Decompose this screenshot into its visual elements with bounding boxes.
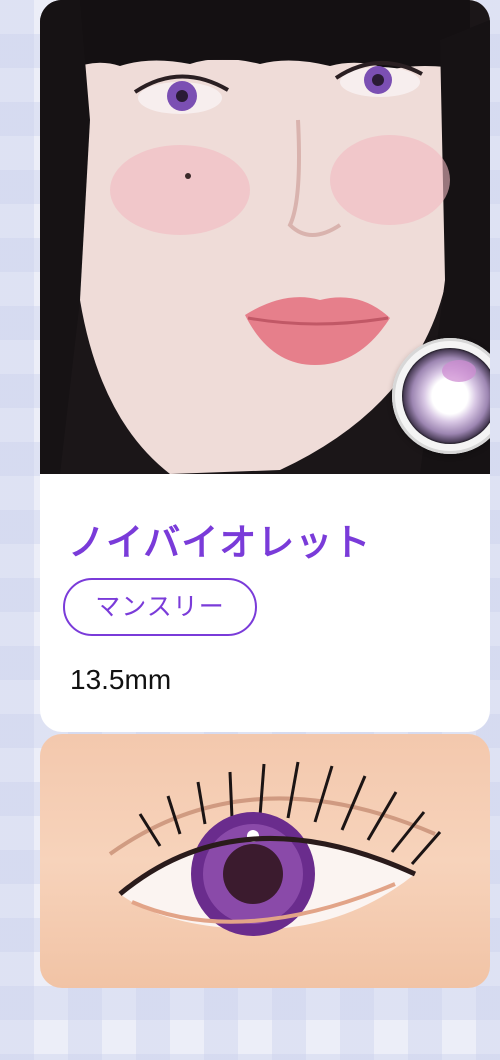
eye-closeup-photo	[40, 734, 490, 988]
lens-circle	[402, 348, 490, 444]
model-photo	[40, 0, 490, 474]
eye-closeup-illustration	[108, 761, 442, 936]
period-badge[interactable]: マンスリー	[63, 578, 257, 636]
diameter-value: 13.5mm	[70, 664, 172, 695]
product-card[interactable]: ノイバイオレット マンスリー 13.5mm	[40, 0, 490, 732]
product-name: ノイバイオレット	[68, 522, 372, 563]
